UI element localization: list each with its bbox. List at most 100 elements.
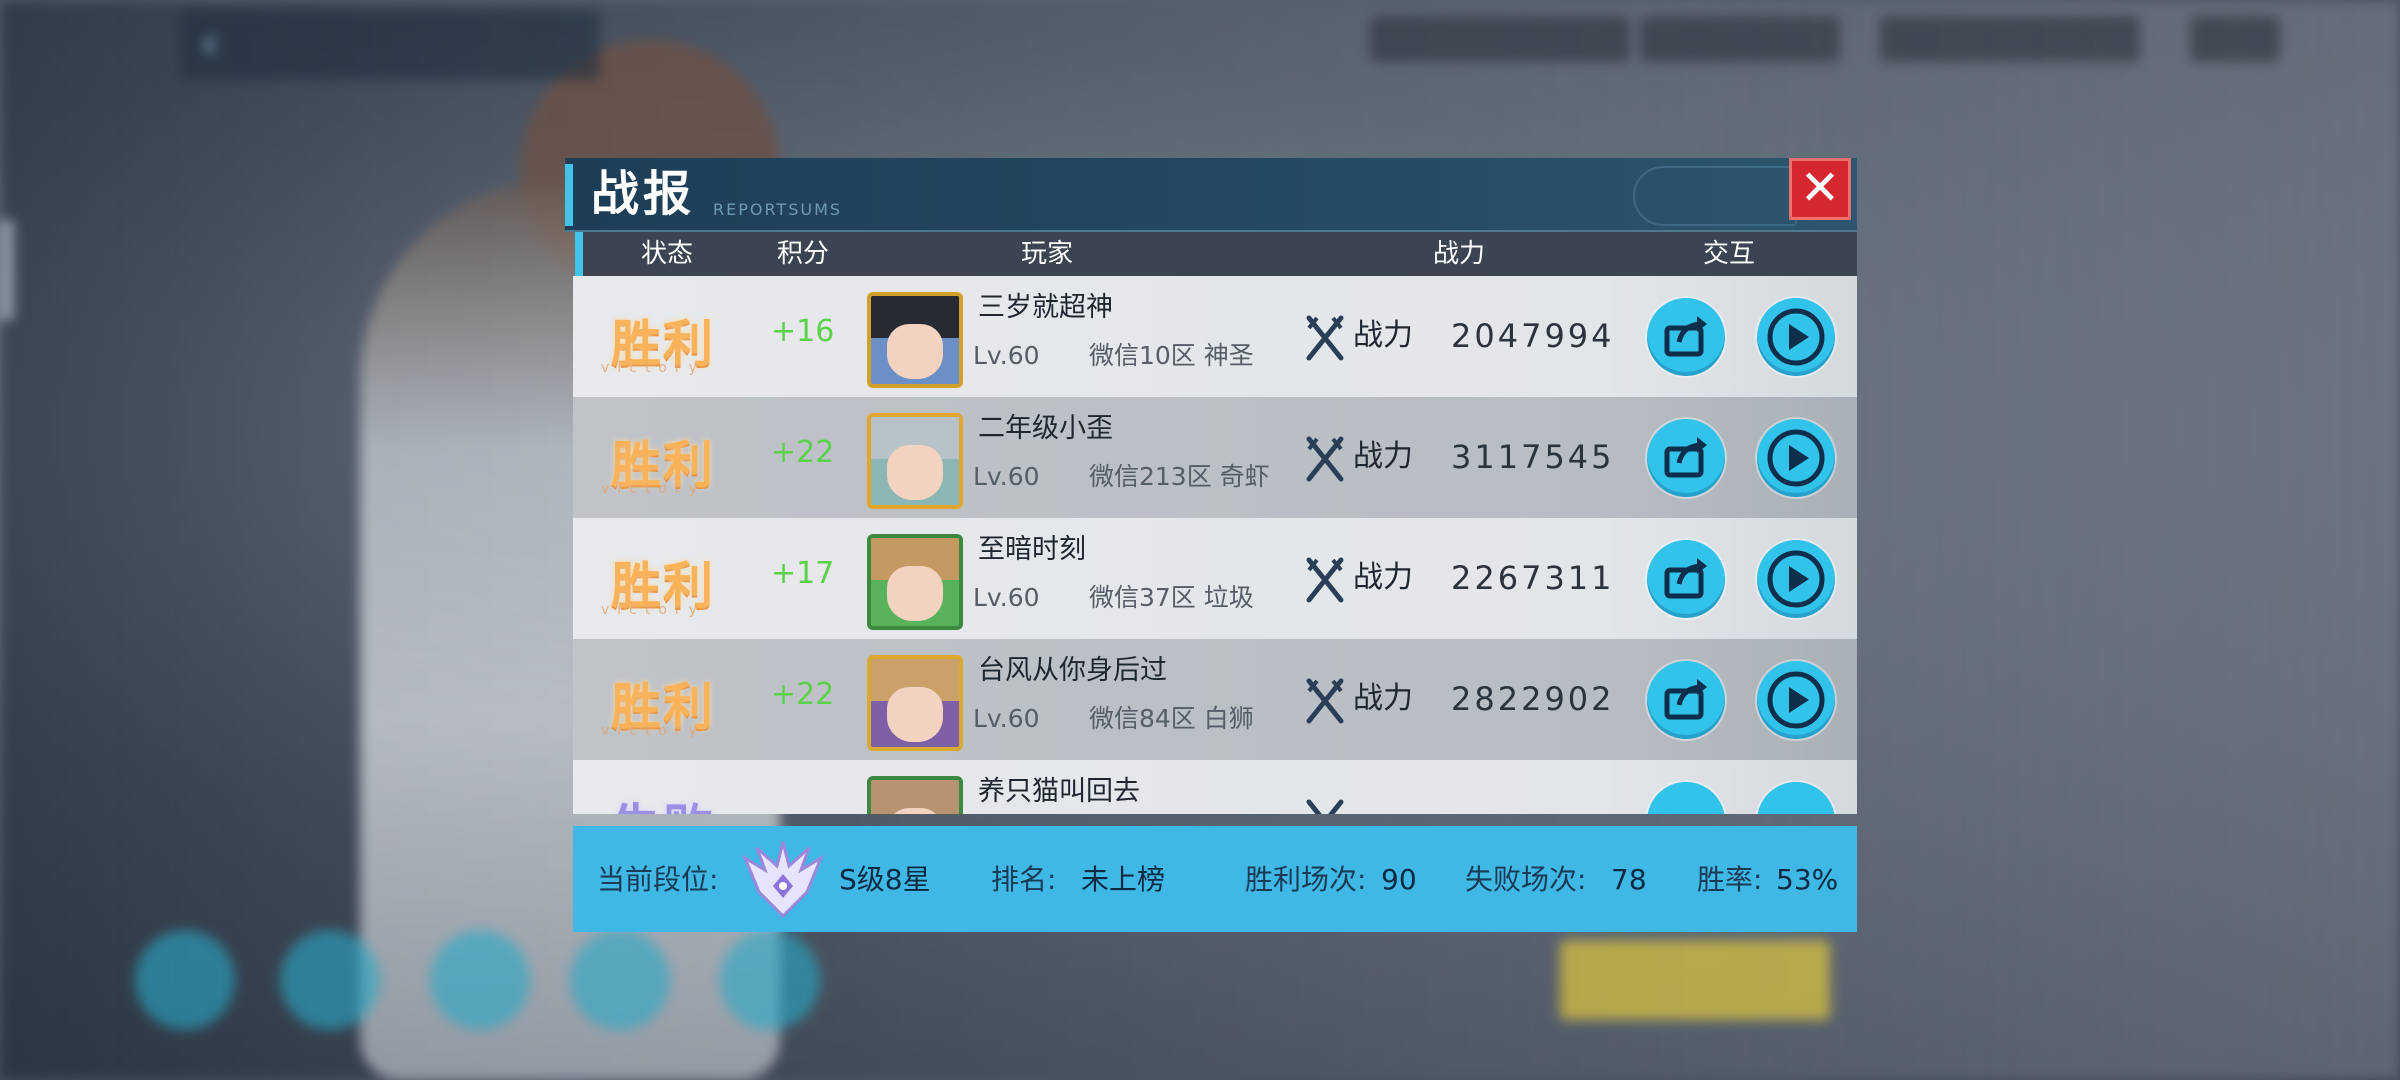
crossed-swords-icon — [1306, 678, 1344, 724]
column-header-status: 状态 — [641, 239, 694, 269]
winrate-value: 53% — [1776, 863, 1839, 896]
status-sublabel: victory — [601, 723, 705, 739]
power-label: 战力 — [1353, 439, 1413, 474]
score-change: +22 — [771, 677, 835, 712]
ranking-value: 未上榜 — [1081, 863, 1166, 896]
share-button[interactable] — [1647, 782, 1725, 814]
dialog-header: 战报 REPORTSUMS — [565, 158, 1857, 232]
player-name: 三岁就超神 — [978, 292, 1113, 323]
share-icon — [1664, 437, 1707, 478]
play-icon — [1767, 429, 1825, 487]
replay-button[interactable] — [1757, 298, 1835, 376]
column-header-score: 积分 — [777, 239, 830, 269]
power-value: 2822902 — [1451, 680, 1615, 718]
background-side-tab — [0, 220, 14, 320]
crossed-swords-icon — [1306, 315, 1344, 361]
player-name: 二年级小歪 — [978, 413, 1113, 444]
player-avatar[interactable] — [867, 655, 963, 751]
background-resource-bar — [2190, 16, 2280, 62]
player-server: 微信213区 奇虾 — [1089, 462, 1270, 491]
crossed-swords-icon — [1306, 557, 1344, 603]
dialog-subtitle: REPORTSUMS — [713, 200, 843, 219]
status-label: 失败 — [611, 788, 715, 814]
share-button[interactable] — [1647, 298, 1725, 376]
share-icon — [1664, 558, 1707, 599]
avatar-face — [886, 687, 944, 742]
score-change: +22 — [771, 435, 835, 470]
avatar-face — [886, 566, 944, 621]
rank-badge-icon — [741, 841, 825, 918]
crossed-swords-icon — [1306, 799, 1344, 814]
player-name: 养只猫叫回去 — [978, 776, 1140, 807]
close-button[interactable]: ✕ — [1789, 158, 1851, 220]
battle-report-dialog: 战报 REPORTSUMS ✕ 状态 积分 玩家 战力 交互 胜利 victor… — [565, 158, 1857, 932]
player-server: 微信10区 神圣 — [1089, 341, 1254, 370]
battle-row: 胜利 victory +17 至暗时刻 Lv.60 微信37区 垃圾 战力 22… — [573, 518, 1857, 639]
ranking-label: 排名: — [991, 863, 1057, 896]
status-sublabel: victory — [601, 602, 705, 618]
player-avatar[interactable] — [867, 292, 963, 388]
play-icon — [1767, 671, 1825, 729]
header-decoration — [1633, 166, 1797, 226]
background-menu-circle — [430, 930, 530, 1030]
background-resource-bar — [1880, 16, 2140, 62]
replay-button[interactable] — [1757, 419, 1835, 497]
player-level: Lv.60 — [973, 583, 1040, 612]
share-button[interactable] — [1647, 661, 1725, 739]
background-menu-circle — [720, 930, 820, 1030]
battle-list[interactable]: 胜利 victory +16 三岁就超神 Lv.60 微信10区 神圣 战力 2… — [573, 276, 1857, 814]
status-sublabel: victory — [601, 360, 705, 376]
play-icon — [1767, 550, 1825, 608]
power-label: 战力 — [1353, 318, 1413, 353]
share-icon — [1664, 316, 1707, 357]
battle-row: 失败 养只猫叫回去 — [573, 760, 1857, 814]
column-header-bar: 状态 积分 玩家 战力 交互 — [575, 232, 1857, 276]
background-yellow-button — [1560, 940, 1830, 1020]
background-top-bar — [180, 10, 600, 80]
player-server: 微信84区 白狮 — [1089, 704, 1254, 733]
background-resource-bar — [1640, 16, 1840, 62]
power-label: 战力 — [1353, 681, 1413, 716]
replay-button[interactable] — [1757, 540, 1835, 618]
share-button[interactable] — [1647, 419, 1725, 497]
player-level: Lv.60 — [973, 704, 1040, 733]
player-server: 微信37区 垃圾 — [1089, 583, 1254, 612]
close-icon: ✕ — [1799, 160, 1841, 216]
losses-label: 失败场次: — [1465, 863, 1587, 896]
player-name: 至暗时刻 — [978, 534, 1086, 565]
column-header-action: 交互 — [1703, 239, 1756, 269]
winrate-label: 胜率: — [1697, 863, 1763, 896]
player-level: Lv.60 — [973, 341, 1040, 370]
avatar-face — [886, 445, 944, 500]
player-avatar[interactable] — [867, 413, 963, 509]
share-icon — [1664, 679, 1707, 720]
background-menu-circle — [570, 930, 670, 1030]
column-header-accent — [575, 232, 583, 276]
wins-label: 胜利场次: — [1245, 863, 1367, 896]
battle-row: 胜利 victory +22 台风从你身后过 Lv.60 微信84区 白狮 战力… — [573, 639, 1857, 760]
avatar-face — [886, 324, 944, 379]
player-level: Lv.60 — [973, 462, 1040, 491]
losses-value: 78 — [1611, 863, 1647, 896]
player-avatar[interactable] — [867, 776, 963, 814]
share-button[interactable] — [1647, 540, 1725, 618]
score-change: +16 — [771, 314, 835, 349]
player-avatar[interactable] — [867, 534, 963, 630]
dialog-title: 战报 — [591, 166, 696, 222]
score-change: +17 — [771, 556, 835, 591]
battle-row: 胜利 victory +16 三岁就超神 Lv.60 微信10区 神圣 战力 2… — [573, 276, 1857, 397]
column-header-player: 玩家 — [1021, 239, 1074, 269]
power-value: 2267311 — [1451, 559, 1615, 597]
play-icon — [1767, 308, 1825, 366]
replay-button[interactable] — [1757, 661, 1835, 739]
season-stats-bar: 当前段位: S级8星 排名: 未上榜 胜利场次: 90 失败场次: 78 胜率:… — [573, 826, 1857, 932]
rank-value: S级8星 — [839, 863, 931, 896]
background-menu-circle — [280, 930, 380, 1030]
replay-button[interactable] — [1757, 782, 1835, 814]
column-header-power: 战力 — [1433, 239, 1486, 269]
battle-row: 胜利 victory +22 二年级小歪 Lv.60 微信213区 奇虾 战力 … — [573, 397, 1857, 518]
background-resource-bar — [1370, 16, 1630, 62]
wins-value: 90 — [1381, 863, 1417, 896]
background-menu-circle — [135, 930, 235, 1030]
power-value: 2047994 — [1451, 317, 1615, 355]
